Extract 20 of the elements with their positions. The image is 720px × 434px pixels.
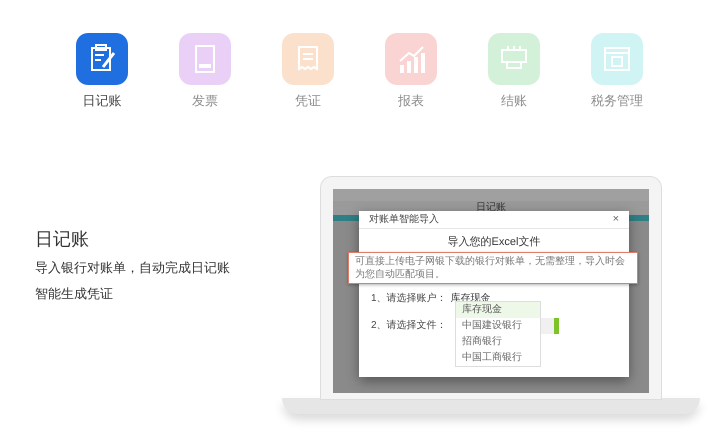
dialog-title: 对账单智能导入 [369, 212, 439, 227]
dropdown-option[interactable]: 库存现金 [456, 302, 540, 318]
dropdown-option[interactable]: 中国工商银行 [456, 350, 540, 366]
feature-title: 日记账 [35, 228, 90, 251]
dialog-heading: 导入您的Excel文件 [446, 234, 542, 250]
feature-tab[interactable]: 税务管理 [591, 33, 643, 110]
dropdown-option[interactable]: 招商银行 [456, 334, 540, 350]
close-button[interactable]: × [612, 214, 619, 225]
field-label: 1、请选择账户： [371, 292, 447, 306]
feature-tab[interactable]: 日记账 [76, 33, 128, 110]
dropdown-option[interactable]: 中国建设银行 [456, 318, 540, 334]
feature-description: 导入银行对账单，自动完成日记账 [35, 259, 230, 277]
feature-tab[interactable]: 报表 [385, 33, 437, 110]
feature-tab[interactable]: 结账 [488, 33, 540, 110]
app-title: 日记账 [476, 203, 506, 213]
feature-description: 智能生成凭证 [35, 285, 114, 303]
field-label: 2、请选择文件： [371, 318, 447, 333]
feature-tab[interactable]: 发票 [179, 33, 231, 110]
tooltip: 可直接上传电子网银下载的银行对账单，无需整理，导入时会为您自动匹配项目。 [348, 252, 638, 284]
feature-tab[interactable]: 凭证 [282, 33, 334, 110]
